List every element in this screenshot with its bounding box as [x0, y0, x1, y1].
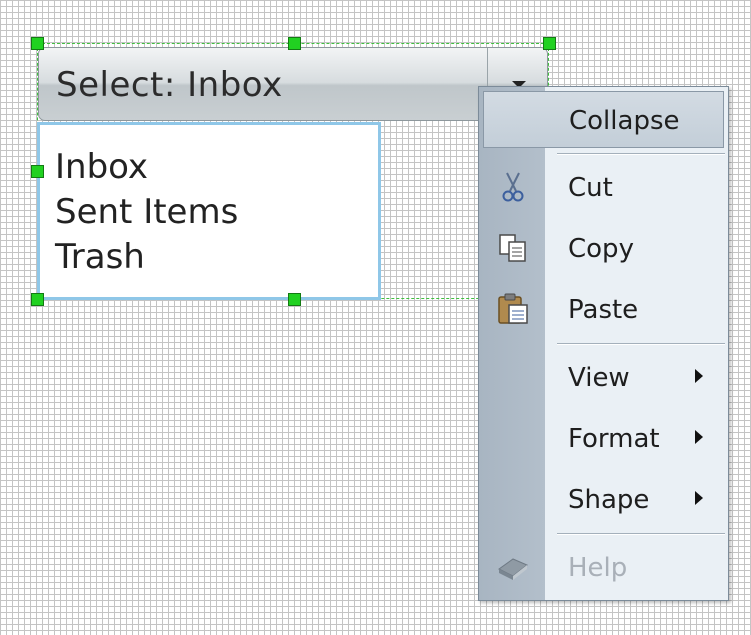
menu-item-collapse[interactable]: Collapse: [483, 91, 724, 148]
menu-item-format[interactable]: Format: [479, 410, 728, 466]
menu-item-label: Format: [568, 424, 660, 454]
menu-item-cut[interactable]: Cut: [479, 159, 728, 215]
selection-handle-top-right[interactable]: [543, 37, 556, 50]
menu-item-label: Paste: [568, 295, 639, 325]
selection-handle-middle-left[interactable]: [31, 165, 44, 178]
menu-separator: [557, 343, 725, 345]
menu-separator: [557, 153, 725, 155]
menu-item-paste[interactable]: Paste: [479, 281, 728, 337]
list-item[interactable]: Trash: [55, 237, 145, 277]
combo-box-list[interactable]: Inbox Sent Items Trash: [37, 122, 381, 300]
menu-item-label: Help: [568, 553, 628, 583]
menu-separator: [557, 533, 725, 535]
menu-item-label: Shape: [568, 485, 650, 515]
menu-item-shape[interactable]: Shape: [479, 471, 728, 527]
menu-item-label: Cut: [568, 173, 613, 203]
scissors-icon: [502, 172, 524, 202]
selection-handle-top-left[interactable]: [31, 37, 44, 50]
copy-icon: [499, 234, 526, 262]
chevron-right-icon: [695, 491, 703, 505]
menu-item-label: View: [568, 363, 630, 393]
list-item[interactable]: Inbox: [55, 147, 148, 187]
combo-box-header[interactable]: Select: Inbox: [38, 47, 548, 121]
selection-handle-bottom-center[interactable]: [288, 293, 301, 306]
context-menu: Collapse Cut Copy Paste View Format Shap…: [478, 86, 729, 601]
chevron-right-icon: [695, 369, 703, 383]
selection-handle-top-center[interactable]: [288, 37, 301, 50]
menu-item-label: Copy: [568, 234, 634, 264]
paste-icon: [498, 293, 528, 324]
menu-item-view[interactable]: View: [479, 349, 728, 405]
menu-item-help[interactable]: Help: [479, 539, 728, 595]
help-book-icon: [498, 558, 528, 580]
chevron-right-icon: [695, 430, 703, 444]
list-item[interactable]: Sent Items: [55, 192, 238, 232]
menu-item-label: Collapse: [569, 106, 680, 136]
menu-item-copy[interactable]: Copy: [479, 220, 728, 276]
combo-box-title: Select: Inbox: [56, 65, 283, 105]
selection-handle-bottom-left[interactable]: [31, 293, 44, 306]
